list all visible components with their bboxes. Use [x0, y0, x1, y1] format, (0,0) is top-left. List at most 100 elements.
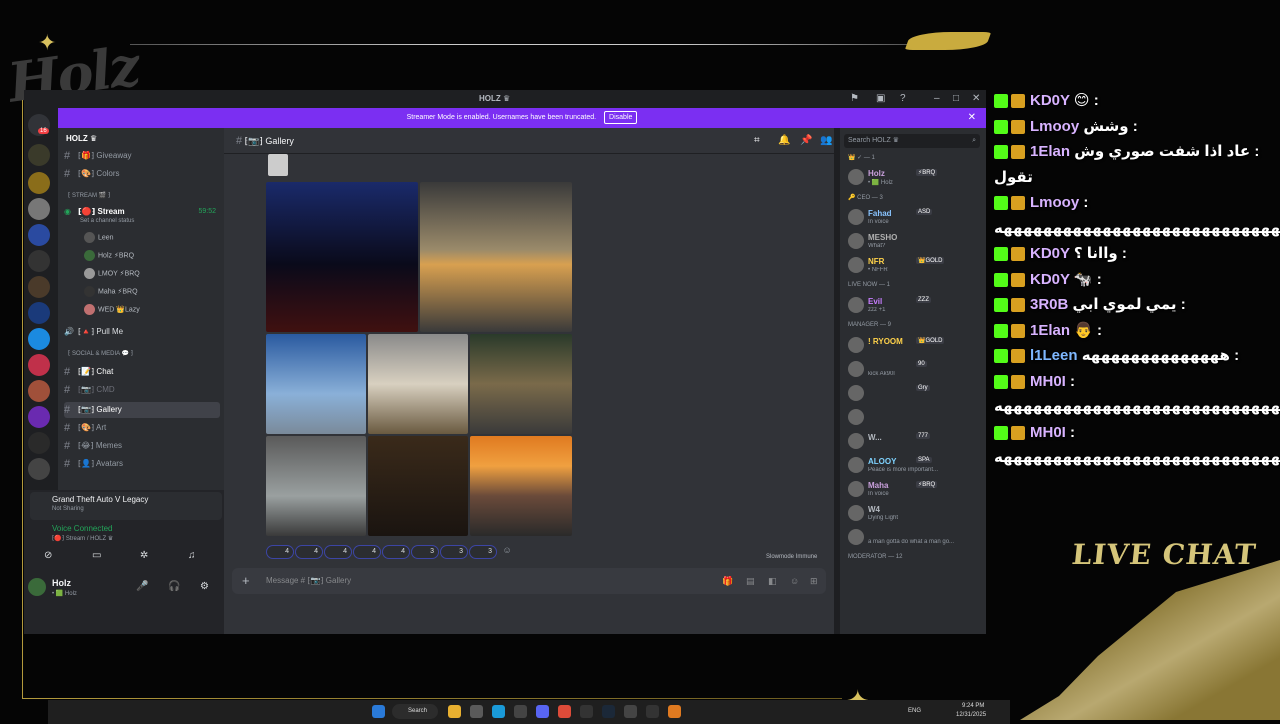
member-search-input[interactable]: Search HOLZ ♛ ⌕: [844, 134, 980, 148]
user-name[interactable]: Holz: [52, 578, 71, 588]
reaction-button[interactable]: 4: [266, 545, 294, 559]
reaction-button[interactable]: 3: [411, 545, 439, 559]
bell-icon[interactable]: 🔔: [778, 128, 790, 154]
image-thumb[interactable]: [268, 154, 288, 176]
pin-icon[interactable]: 📌: [800, 128, 812, 154]
steam-icon[interactable]: [602, 705, 615, 718]
gallery-image[interactable]: [368, 334, 468, 434]
start-icon[interactable]: [372, 705, 385, 718]
channel-avatars[interactable]: # ⁅👤⁆ Avatars: [64, 456, 220, 472]
add-icon[interactable]: +: [242, 568, 250, 594]
channel-gallery[interactable]: # ⁅📷⁆ Gallery: [64, 402, 220, 418]
server-holz[interactable]: [28, 144, 50, 166]
message-input[interactable]: + Message # ⁅📷⁆ Gallery 🎁 ▤ ◧ ☺ ⊞: [232, 568, 826, 594]
reaction-button[interactable]: 3: [469, 545, 497, 559]
gallery-image[interactable]: [368, 436, 468, 536]
server-icon[interactable]: [28, 328, 50, 350]
server-icon[interactable]: [28, 172, 50, 194]
apps-icon[interactable]: ⊞: [810, 568, 818, 594]
server-name[interactable]: HOLZ ♛: [66, 134, 97, 143]
server-icon[interactable]: [28, 354, 50, 376]
member-row[interactable]: ! RYOOM 👑GOLD: [846, 334, 980, 356]
server-icon[interactable]: [28, 380, 50, 402]
member-row[interactable]: Gry: [846, 382, 980, 404]
server-icon[interactable]: [28, 458, 50, 480]
reaction-button[interactable]: 3: [440, 545, 468, 559]
gallery-image[interactable]: [266, 182, 418, 332]
app-icon[interactable]: [624, 705, 637, 718]
reaction-button[interactable]: 4: [353, 545, 381, 559]
voice-member[interactable]: Maha ⚡BRQ: [84, 286, 138, 297]
app-icon[interactable]: [514, 705, 527, 718]
app-icon[interactable]: [470, 705, 483, 718]
member-row[interactable]: Evil ZZZ zzz +1: [846, 294, 980, 316]
member-row[interactable]: Maha ⚡BRQ In voice: [846, 478, 980, 500]
mic-icon[interactable]: 🎤: [136, 581, 148, 592]
voice-member[interactable]: Leen: [84, 232, 114, 243]
chrome-icon[interactable]: [558, 705, 571, 718]
flag-icon[interactable]: ⚑: [850, 93, 859, 104]
voice-status[interactable]: Voice Connected: [52, 524, 113, 533]
app-icon[interactable]: [646, 705, 659, 718]
add-reaction-icon[interactable]: ☺: [502, 545, 511, 555]
member-row[interactable]: MESHO What?: [846, 230, 980, 252]
camera-off-icon[interactable]: ⊘: [44, 550, 52, 561]
category-social[interactable]: ⁅ SOCIAL & MEDIA 💬 ⁆: [68, 350, 133, 357]
member-row[interactable]: [846, 406, 980, 428]
channel-art[interactable]: # ⁅🎨⁆ Art: [64, 420, 220, 436]
voice-member[interactable]: WED 👑Lazy: [84, 304, 140, 315]
server-icon[interactable]: [28, 276, 50, 298]
app-icon[interactable]: [580, 705, 593, 718]
voice-member[interactable]: LMOY ⚡BRQ: [84, 268, 140, 279]
voice-member[interactable]: Holz ⚡BRQ: [84, 250, 134, 261]
channel-cmd[interactable]: # ⁅📷⁆ CMD: [64, 382, 220, 398]
category-stream[interactable]: ⁅ STREAM 🎬 ⁆: [68, 192, 110, 199]
headphones-icon[interactable]: 🎧: [168, 581, 180, 592]
reaction-button[interactable]: 4: [382, 545, 410, 559]
sticker-icon[interactable]: ◧: [768, 568, 777, 594]
gif-icon[interactable]: ▤: [746, 568, 755, 594]
member-row[interactable]: 90 kick Ak90l: [846, 358, 980, 380]
help-icon[interactable]: ?: [900, 93, 906, 104]
taskbar-search[interactable]: Search: [392, 704, 438, 719]
gallery-image[interactable]: [470, 334, 572, 434]
avatar[interactable]: [28, 578, 46, 596]
server-icon[interactable]: [28, 198, 50, 220]
gear-icon[interactable]: ⚙: [200, 581, 209, 592]
emoji-icon[interactable]: ☺: [790, 568, 799, 594]
clock-time[interactable]: 9:24 PM: [962, 703, 984, 709]
edge-icon[interactable]: [492, 705, 505, 718]
activity-card[interactable]: Grand Theft Auto V Legacy Not Sharing: [30, 492, 222, 520]
app-icon[interactable]: [668, 705, 681, 718]
member-row[interactable]: a man gotta do what a man go...: [846, 526, 980, 548]
channel-status[interactable]: Set a channel status: [80, 218, 134, 224]
member-row[interactable]: NFR 👑GOLD • NFFR: [846, 254, 980, 276]
channel-chat[interactable]: # ⁅📝⁆ Chat: [64, 364, 220, 380]
screen-share-icon[interactable]: ▭: [92, 550, 101, 561]
activities-icon[interactable]: ✲: [140, 550, 148, 561]
member-row[interactable]: Fahad ASD In voice: [846, 206, 980, 228]
minimize-icon[interactable]: –: [934, 93, 940, 104]
server-icon[interactable]: [28, 250, 50, 272]
member-row[interactable]: W... 777: [846, 430, 980, 452]
server-icon[interactable]: [28, 406, 50, 428]
voice-channel-pullme[interactable]: 🔊 ⁅🔺⁆ Pull Me: [64, 324, 220, 340]
reaction-button[interactable]: 4: [324, 545, 352, 559]
gallery-image[interactable]: [420, 182, 572, 332]
server-icon[interactable]: [28, 302, 50, 324]
close-icon[interactable]: ✕: [972, 93, 980, 104]
channel-colors[interactable]: # ⁅🎨⁆ Colors: [64, 166, 220, 182]
clock-date[interactable]: 12/31/2025: [956, 712, 986, 718]
file-explorer-icon[interactable]: [448, 705, 461, 718]
maximize-icon[interactable]: □: [953, 93, 959, 104]
server-icon[interactable]: [28, 432, 50, 454]
discord-icon[interactable]: [536, 705, 549, 718]
banner-close-icon[interactable]: ✕: [968, 108, 976, 128]
gift-icon[interactable]: 🎁: [722, 568, 733, 594]
gallery-image[interactable]: [266, 334, 366, 434]
member-row[interactable]: ALOOY SPA Peace is more important...: [846, 454, 980, 476]
language-indicator[interactable]: ENG: [908, 708, 921, 714]
gallery-image[interactable]: [266, 436, 366, 536]
member-row[interactable]: W4 Dying Light: [846, 502, 980, 524]
threads-icon[interactable]: ⌗: [754, 128, 760, 154]
